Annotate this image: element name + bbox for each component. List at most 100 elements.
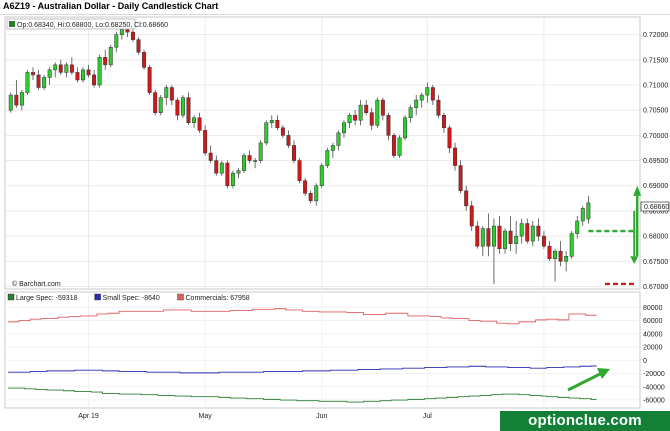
candle-down [197, 117, 202, 131]
candle-up [425, 87, 430, 96]
candle-down [69, 64, 74, 73]
candle-down [208, 152, 213, 161]
cot-y-axis: 80000 60000 40000 20000 0 -20000 -40000 -60000 [643, 305, 665, 405]
candle-up [580, 208, 585, 222]
candle-down [286, 135, 291, 146]
candle-down [458, 165, 463, 192]
candle-down [469, 205, 474, 227]
price-tick-label: 0.70500 [643, 108, 668, 115]
credit-text: © Barchart.com [12, 280, 61, 288]
candle-down [441, 114, 446, 129]
candle-up [330, 145, 335, 151]
price-panel: 0.72000 0.71500 0.71000 0.70500 0.70000 0.695… [4, 16, 669, 291]
cot-tick-label: -20000 [643, 371, 665, 378]
candle-up [414, 99, 419, 108]
price-tick-label: 0.67000 [643, 284, 668, 291]
candle-down [308, 193, 313, 202]
candle-up [158, 97, 163, 113]
candle-down [14, 94, 19, 106]
candle-up [108, 46, 113, 66]
candle-up [397, 137, 402, 156]
candle-up [575, 220, 580, 234]
candle-down [447, 127, 452, 149]
candle-up [336, 132, 341, 146]
candle-down [436, 99, 441, 116]
candle-up [358, 104, 363, 121]
candle-down [547, 245, 552, 260]
candle-down [464, 190, 469, 207]
candle-down [125, 29, 130, 33]
candle-up [408, 107, 413, 118]
candle-down [214, 160, 219, 174]
candle-up [530, 225, 535, 242]
candle-up [180, 97, 185, 116]
candle-up [569, 233, 574, 257]
x-tick-label: Apr 19 [78, 413, 99, 420]
candle-up [192, 117, 197, 124]
watermark-logo: optionclue.com [500, 411, 670, 431]
candle-up [25, 72, 30, 93]
candle-down [136, 39, 141, 53]
candle-up [164, 87, 169, 98]
cot-tick-label: -40000 [643, 384, 665, 391]
candle-down [541, 235, 546, 247]
candle-down [558, 250, 563, 262]
cot-tick-label: 20000 [643, 345, 663, 352]
candle-up [319, 165, 324, 186]
candle-up [480, 228, 485, 247]
cot-tick-label: 40000 [643, 331, 663, 338]
candle-up [242, 155, 246, 171]
price-tick-label: 0.67500 [643, 259, 668, 266]
candle-down [225, 162, 230, 186]
ohlc-swatch [9, 21, 15, 27]
candle-up [419, 94, 424, 101]
candle-up [119, 29, 124, 35]
candle-down [392, 135, 396, 156]
candle-up [230, 172, 235, 186]
candle-up [553, 250, 557, 260]
candle-up [53, 64, 58, 71]
candle-down [142, 52, 147, 68]
candle-down [280, 127, 285, 136]
candle-up [64, 64, 69, 73]
candle-down [36, 74, 41, 88]
candle-down [169, 87, 174, 101]
candle-down [430, 87, 435, 101]
candle-down [364, 104, 369, 113]
legend-swatch [7, 293, 15, 301]
candle-up [114, 34, 119, 48]
candle-down [536, 225, 541, 237]
legend-swatch [177, 293, 184, 301]
candle-down [353, 114, 358, 121]
candle-up [258, 142, 263, 161]
candle-up [586, 202, 591, 220]
candle-up [342, 122, 346, 134]
candle-up [491, 225, 496, 247]
candle-up [375, 99, 380, 126]
legend-label: Large Spec: -59318 [16, 295, 78, 302]
candle-up [347, 114, 352, 124]
price-tick-label: 0.70000 [643, 133, 668, 140]
candle-down [247, 155, 252, 161]
candle-down [386, 114, 391, 136]
candle-down [153, 92, 158, 113]
candle-down [525, 223, 530, 242]
candle-up [514, 235, 519, 244]
candle-up [42, 77, 47, 88]
price-tick-label: 0.71000 [643, 83, 668, 90]
candle-up [236, 170, 241, 174]
chart-canvas: 0.72000 0.71500 0.71000 0.70500 0.70000 0.695… [4, 16, 669, 420]
last-price-label: 0.68660 [644, 204, 669, 211]
candle-down [292, 145, 296, 161]
candle-up [325, 150, 330, 166]
candle-down [175, 99, 180, 116]
candle-down [186, 97, 191, 124]
candle-up [564, 256, 569, 262]
cot-tick-label: 80000 [643, 305, 663, 312]
candle-down [380, 99, 385, 116]
last-price-tag: 0.68660 [640, 201, 669, 212]
candle-up [269, 120, 274, 124]
candle-up [81, 69, 85, 81]
candle-up [264, 122, 269, 144]
candle-down [486, 228, 491, 247]
